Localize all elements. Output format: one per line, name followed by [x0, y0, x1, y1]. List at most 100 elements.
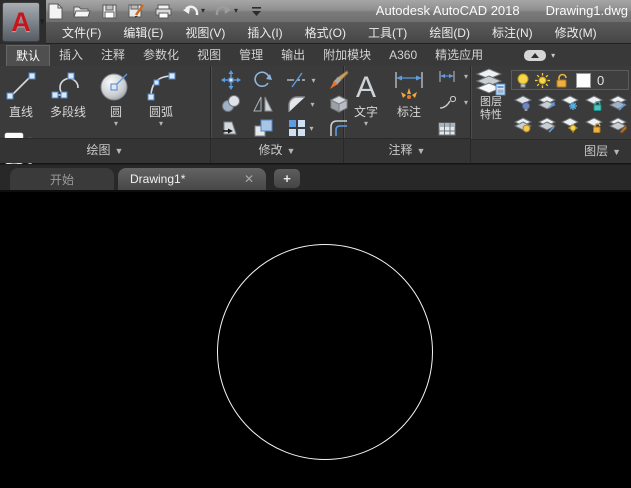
undo-button[interactable] — [181, 2, 199, 20]
save-as-button[interactable] — [127, 2, 145, 20]
dimension-tool-button[interactable]: 标注 — [386, 66, 432, 119]
linear-dimension-button[interactable]: ▾ — [438, 70, 468, 83]
layer-settings-button[interactable] — [608, 116, 628, 138]
redo-dropdown-caret[interactable]: ▾ — [234, 7, 238, 15]
scale-tool-button[interactable] — [247, 119, 279, 137]
fillet-tool-button[interactable]: ▾ — [279, 95, 323, 113]
polyline-tool-button[interactable]: 多段线 — [42, 66, 94, 119]
bulb-on-icon — [517, 73, 529, 87]
minimize-ribbon-button[interactable] — [524, 50, 547, 61]
quick-access-toolbar: ▾ ▾ — [46, 2, 265, 20]
ribbon-tab-home[interactable]: 默认 — [6, 45, 51, 66]
turn-all-layers-on-button[interactable] — [513, 116, 533, 138]
circle-dropdown-caret[interactable]: ▾ — [114, 119, 118, 128]
layer-unlock-button[interactable] — [585, 116, 604, 138]
mirror-tool-button[interactable] — [247, 95, 279, 113]
plot-button[interactable] — [154, 2, 172, 20]
ribbon-tab-featured-apps[interactable]: 精选应用 — [426, 45, 492, 66]
dimension-icon — [391, 69, 427, 103]
menu-insert[interactable]: 插入(I) — [237, 22, 292, 44]
layer-off-button[interactable] — [513, 94, 533, 116]
fillet-dropdown-caret[interactable]: ▾ — [310, 100, 314, 109]
menu-tools[interactable]: 工具(T) — [358, 22, 417, 44]
redo-group: ▾ — [214, 2, 238, 20]
app-title: Autodesk AutoCAD 2018 — [375, 3, 520, 18]
modify-panel-body: ▾ ▾ ▾ — [211, 66, 349, 140]
menu-view[interactable]: 视图(V) — [175, 22, 235, 44]
ribbon-tab-a360[interactable]: A360 — [380, 45, 426, 66]
modify-panel-footer[interactable]: 修改 ▼ — [211, 138, 343, 163]
application-menu-caret[interactable]: ▾ — [40, 16, 45, 27]
autocad-logo-icon: A — [11, 6, 31, 37]
text-dropdown-caret[interactable]: ▾ — [364, 119, 368, 128]
ribbon-tab-insert[interactable]: 插入 — [50, 45, 92, 66]
arc-tool-button[interactable]: 圆弧 ▾ — [138, 66, 184, 128]
draw-panel-body: 直线 多段线 圆 ▾ 圆弧 ▾ — [0, 66, 210, 198]
menu-dimension[interactable]: 标注(N) — [482, 22, 543, 44]
layer-isolate-button[interactable] — [537, 94, 556, 116]
thaw-all-layers-button[interactable] — [561, 116, 580, 138]
layer-freeze-button[interactable] — [561, 94, 580, 116]
menu-format[interactable]: 格式(O) — [295, 22, 356, 44]
copy-tool-button[interactable] — [215, 95, 247, 113]
close-tab-icon[interactable]: ✕ — [244, 172, 254, 186]
ribbon-tab-addins[interactable]: 附加模块 — [314, 45, 380, 66]
ribbon-tab-annotate[interactable]: 注释 — [92, 45, 134, 66]
file-tab-start[interactable]: 开始 — [10, 168, 114, 190]
move-tool-button[interactable] — [215, 70, 247, 90]
draw-panel-footer[interactable]: 绘图 ▼ — [0, 138, 210, 163]
redo-button[interactable] — [214, 2, 232, 20]
menu-file[interactable]: 文件(F) — [52, 22, 111, 44]
stretch-tool-button[interactable] — [215, 119, 247, 137]
new-file-icon — [48, 3, 62, 19]
layer-properties-icon — [476, 68, 506, 96]
rotate-icon — [254, 71, 272, 87]
menu-draw[interactable]: 绘图(D) — [419, 22, 480, 44]
undo-dropdown-caret[interactable]: ▾ — [201, 7, 205, 15]
array-dropdown-caret[interactable]: ▾ — [309, 124, 313, 133]
layer-isolate-icon — [537, 94, 556, 110]
layers-panel-footer[interactable]: 图层 ▼ — [471, 139, 631, 163]
drawn-circle[interactable] — [217, 244, 433, 460]
minimize-ribbon-caret[interactable]: ▾ — [551, 51, 555, 60]
open-file-button[interactable] — [73, 2, 91, 20]
layer-combo-box[interactable]: 0 — [511, 70, 629, 90]
new-file-button[interactable] — [46, 2, 64, 20]
customize-qat-button[interactable] — [247, 2, 265, 20]
layer-off-icon — [513, 94, 533, 111]
application-menu-button[interactable]: A — [2, 2, 40, 42]
table-button[interactable] — [438, 122, 468, 136]
arc-dropdown-caret[interactable]: ▾ — [159, 119, 163, 128]
annotate-panel-footer[interactable]: 注释 ▼ — [344, 138, 470, 163]
leader-caret[interactable]: ▾ — [464, 98, 468, 107]
line-tool-button[interactable]: 直线 — [0, 66, 42, 119]
rotate-tool-button[interactable] — [247, 70, 279, 90]
layer-lock-button[interactable] — [585, 94, 604, 116]
trim-tool-button[interactable]: ▾ — [279, 72, 323, 88]
array-icon — [289, 120, 306, 136]
ribbon-tab-manage[interactable]: 管理 — [230, 45, 272, 66]
undo-icon — [182, 5, 198, 15]
stretch-icon — [223, 121, 237, 135]
array-tool-button[interactable]: ▾ — [279, 119, 323, 137]
text-tool-button[interactable]: A 文字 ▾ — [346, 66, 386, 128]
save-button[interactable] — [100, 2, 118, 20]
ribbon-tab-output[interactable]: 输出 — [272, 45, 314, 66]
menu-modify[interactable]: 修改(M) — [545, 22, 607, 44]
linear-dimension-caret[interactable]: ▾ — [464, 72, 468, 81]
layer-properties-button[interactable]: 图层 特性 — [473, 68, 509, 122]
circle-tool-button[interactable]: 圆 ▾ — [94, 66, 138, 128]
file-tab-drawing1[interactable]: Drawing1* ✕ — [118, 168, 266, 190]
drawing-canvas[interactable] — [0, 192, 631, 488]
trim-dropdown-caret[interactable]: ▾ — [311, 76, 315, 85]
layer-unisolate-button[interactable] — [537, 116, 556, 138]
make-current-button[interactable] — [608, 94, 628, 116]
ribbon-tab-view[interactable]: 视图 — [188, 45, 230, 66]
line-icon — [5, 69, 37, 103]
menu-edit[interactable]: 编辑(E) — [113, 22, 173, 44]
new-drawing-tab-button[interactable]: + — [274, 169, 300, 188]
leader-button[interactable]: ▾ — [438, 96, 468, 109]
ribbon-tab-parametric[interactable]: 参数化 — [134, 45, 188, 66]
layer-unisolate-icon — [537, 116, 556, 133]
trim-icon — [287, 72, 307, 88]
